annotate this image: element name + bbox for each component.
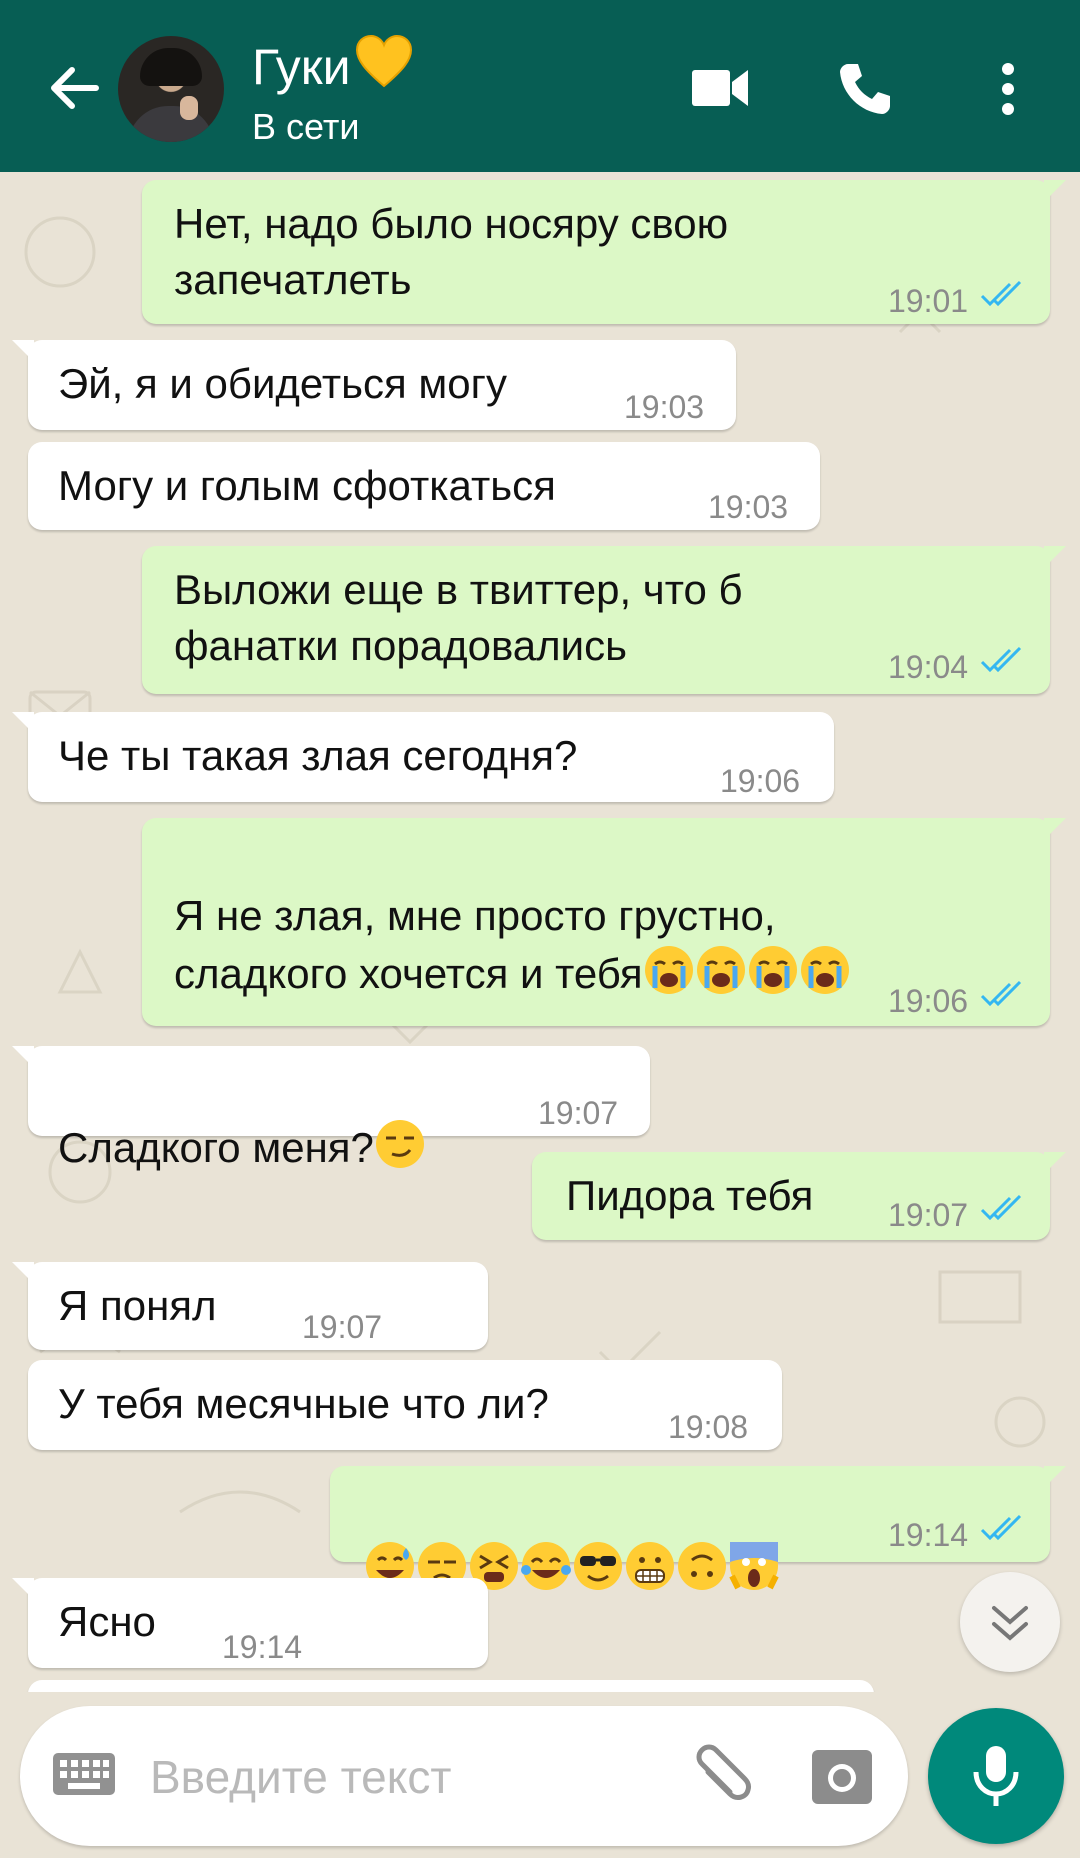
microphone-button[interactable]	[928, 1708, 1064, 1844]
message-text: Пидора тебя	[566, 1172, 814, 1219]
microphone-icon	[973, 1746, 1019, 1806]
double-check-icon	[980, 1194, 1022, 1221]
message-time: 19:07	[538, 1095, 619, 1131]
double-check-icon	[980, 980, 1022, 1007]
smirking-face-icon	[375, 1120, 424, 1168]
avatar[interactable]	[118, 36, 224, 142]
message-bubble-outgoing[interactable]: Я не злая, мне просто грустно, сладкого …	[142, 818, 1066, 1108]
upside-down-face-icon	[678, 1542, 726, 1590]
message-time: 19:01	[888, 283, 969, 319]
message-bubble-incoming[interactable]: Ясно 19:14	[12, 1578, 488, 1668]
double-check-icon	[980, 1514, 1022, 1541]
message-time: 19:03	[624, 389, 705, 425]
phone-icon[interactable]	[836, 60, 894, 118]
message-text: У тебя месячные что ли?	[58, 1380, 549, 1427]
message-text: Выложи еще в твиттер, что б фанатки пора…	[174, 566, 743, 669]
sunglasses-face-icon	[574, 1542, 622, 1590]
tears-of-joy-face-icon	[521, 1542, 571, 1590]
message-bubble-outgoing[interactable]: Выложи еще в твиттер, что б фанатки пора…	[142, 546, 1066, 694]
message-text: Могу и голым сфоткаться	[58, 462, 556, 509]
crying-face-icon	[800, 946, 849, 994]
message-input[interactable]	[150, 1742, 670, 1812]
message-text-content: Сладкого меня?	[58, 1124, 374, 1171]
message-bubble-incoming[interactable]: Че ты такая злая сегодня? 19:06	[12, 712, 834, 802]
message-text: Нет, надо было носяру свою запечатлеть	[174, 200, 729, 303]
message-text: Че ты такая злая сегодня?	[58, 732, 578, 779]
message-bubble-incoming-partial	[28, 1680, 874, 1692]
message-text: Ясно	[58, 1598, 156, 1645]
message-bubble-outgoing[interactable]: Нет, надо было носяру свою запечатлеть 1…	[142, 180, 1066, 324]
video-call-icon[interactable]	[690, 66, 750, 110]
crying-face-icon	[748, 946, 797, 994]
message-text: Эй, я и обидеться могу	[58, 360, 507, 407]
crying-face-icon	[696, 946, 745, 994]
message-time: 19:14	[888, 1517, 969, 1553]
chat-header: Гуки В сети	[0, 0, 1080, 172]
chat-area[interactable]: Нет, надо было носяру свою запечатлеть 1…	[0, 172, 1080, 1692]
message-text: Сладкого меня?	[58, 1062, 426, 1176]
message-composer	[20, 1706, 908, 1846]
menu-dots-icon[interactable]	[998, 62, 1018, 116]
keyboard-icon[interactable]	[52, 1752, 116, 1796]
contact-status: В сети	[252, 106, 360, 147]
double-check-icon	[980, 280, 1022, 307]
message-time: 19:14	[222, 1629, 303, 1665]
double-chevron-down-icon	[992, 1606, 1028, 1641]
double-check-icon	[980, 646, 1022, 673]
message-time: 19:04	[888, 649, 969, 685]
message-time: 19:06	[720, 763, 801, 799]
contact-name-row[interactable]: Гуки	[252, 34, 413, 96]
message-time: 19:03	[708, 489, 789, 525]
message-time: 19:07	[302, 1309, 383, 1345]
message-bubble-outgoing[interactable]: Пидора тебя 19:07	[532, 1152, 1066, 1240]
message-time: 19:08	[668, 1409, 749, 1445]
crying-face-icon	[644, 946, 693, 994]
contact-name: Гуки	[252, 39, 351, 95]
message-bubble-incoming[interactable]: Сладкого меня? 19:07	[12, 1046, 650, 1171]
yellow-heart-icon	[355, 34, 412, 88]
message-bubble-incoming[interactable]: Я понял 19:07	[12, 1262, 488, 1350]
message-bubble-outgoing[interactable]: 19:14	[330, 1466, 1066, 1590]
screaming-face-icon	[729, 1542, 779, 1590]
message-time: 19:07	[888, 1197, 969, 1233]
back-arrow-icon[interactable]	[44, 58, 104, 118]
grimacing-face-icon	[626, 1542, 674, 1590]
paperclip-icon[interactable]	[690, 1742, 756, 1808]
message-bubble-incoming[interactable]: Могу и голым сфоткаться 19:03	[28, 442, 820, 530]
camera-icon[interactable]	[810, 1748, 874, 1806]
message-bubble-incoming[interactable]: Эй, я и обидеться могу 19:03	[12, 340, 736, 430]
message-text: Я понял	[58, 1282, 217, 1329]
message-time: 19:06	[888, 983, 969, 1019]
scroll-to-bottom-button[interactable]	[960, 1572, 1060, 1672]
message-bubble-incoming[interactable]: У тебя месячные что ли? 19:08	[28, 1360, 782, 1450]
